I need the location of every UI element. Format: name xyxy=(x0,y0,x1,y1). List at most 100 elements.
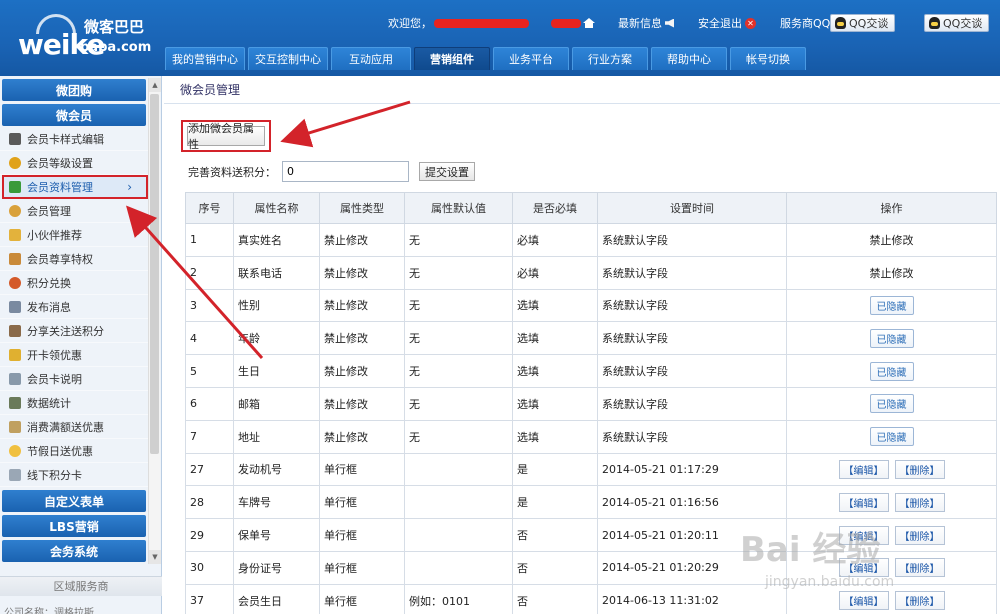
latest-news-link[interactable]: 最新信息 xyxy=(618,15,674,31)
tab-business-platform[interactable]: 业务平台 xyxy=(493,47,569,70)
sidebar-head-lbs[interactable]: LBS营销 xyxy=(2,515,146,537)
sidebar-item-label: 会员等级设置 xyxy=(27,156,93,170)
speaker-icon xyxy=(665,18,674,28)
cell-attr-type: 单行框 xyxy=(319,550,405,585)
add-member-attribute-button[interactable]: 添加微会员属性 xyxy=(187,122,265,151)
sidebar-item-label: 会员管理 xyxy=(27,204,71,218)
table-row: 27 发动机号 单行框是 2014-05-21 01:17:29 【编辑】 【删除】 xyxy=(185,452,997,487)
cell-operation: 禁止修改 xyxy=(786,223,997,257)
sidebar-item-points-exchange[interactable]: 积分兑换 xyxy=(0,271,148,295)
tab-marketing-center[interactable]: 我的营销中心 xyxy=(165,47,245,70)
hidden-toggle-button[interactable]: 已隐藏 xyxy=(869,295,914,315)
logout-link[interactable]: 安全退出 ✕ xyxy=(698,15,756,31)
sidebar-item-recommend[interactable]: 小伙伴推荐 xyxy=(0,223,148,247)
tab-help-center[interactable]: 帮助中心 xyxy=(651,47,727,70)
sidebar-item-open-card[interactable]: 开卡领优惠 xyxy=(0,343,148,367)
delete-button[interactable]: 【删除】 xyxy=(894,492,945,512)
welcome-text: 欢迎您， xyxy=(388,17,432,30)
sidebar-head-custom-form[interactable]: 自定义表单 xyxy=(2,490,146,512)
column-header: 属性类型 xyxy=(319,192,405,224)
cell-attr-default xyxy=(404,550,513,585)
qq-chat-button-2[interactable]: QQ交谈 xyxy=(924,14,990,32)
tab-account-switch[interactable]: 帐号切换 xyxy=(730,47,806,70)
cell-required: 否 xyxy=(512,583,598,614)
delete-button[interactable]: 【删除】 xyxy=(894,525,945,545)
cell-no: 5 xyxy=(185,354,234,388)
column-header: 序号 xyxy=(185,192,234,224)
sidebar-item-holiday-discount[interactable]: 节假日送优惠 xyxy=(0,439,148,463)
sidebar-item-share-points[interactable]: 分享关注送积分 xyxy=(0,319,148,343)
sidebar-scrollbar[interactable]: ▲ ▼ xyxy=(148,78,161,564)
tab-marketing-components[interactable]: 营销组件 xyxy=(414,47,490,70)
cell-required: 选填 xyxy=(512,321,598,356)
highlight-box: 添加微会员属性 xyxy=(181,120,271,152)
sidebar-head-group-buy[interactable]: 微团购 xyxy=(2,79,146,101)
edit-button[interactable]: 【编辑】 xyxy=(838,459,889,479)
tab-interaction-control[interactable]: 交互控制中心 xyxy=(248,47,328,70)
sidebar-item-offline-card[interactable]: 线下积分卡 xyxy=(0,463,148,487)
sidebar-item-consume-discount[interactable]: 消费满额送优惠 xyxy=(0,415,148,439)
delete-button[interactable]: 【删除】 xyxy=(894,459,945,479)
submit-setting-button[interactable]: 提交设置 xyxy=(419,162,475,181)
top-info-bar: 欢迎您， 最新信息 安全退出 ✕ 服务商QQ： xyxy=(388,14,841,32)
sidebar-item-level-setting[interactable]: 会员等级设置 xyxy=(0,151,148,175)
redacted-info xyxy=(551,18,581,28)
home-icon[interactable] xyxy=(583,18,595,28)
cell-attr-default xyxy=(404,485,513,520)
card-style-icon xyxy=(9,132,21,145)
cell-no: 3 xyxy=(185,288,234,323)
cell-no: 1 xyxy=(185,223,234,257)
qq-penguin-icon xyxy=(929,17,940,29)
edit-button[interactable]: 【编辑】 xyxy=(838,492,889,512)
sidebar-menu: 微团购 微会员 会员卡样式编辑 会员等级设置 会员资料管理 › 会员管理 小伙伴… xyxy=(0,76,148,566)
hidden-toggle-button[interactable]: 已隐藏 xyxy=(869,394,914,414)
scroll-down-icon[interactable]: ▼ xyxy=(149,550,161,564)
sidebar-item-privilege[interactable]: 会员尊享特权 xyxy=(0,247,148,271)
hidden-toggle-button[interactable]: 已隐藏 xyxy=(869,427,914,447)
sidebar-item-member-management[interactable]: 会员管理 xyxy=(0,199,148,223)
cell-attr-default: 无 xyxy=(404,321,513,356)
sidebar-item-statistics[interactable]: 数据统计 xyxy=(0,391,148,415)
qq-chat-button-1[interactable]: QQ交谈 xyxy=(830,14,896,32)
sidebar-item-publish-message[interactable]: 发布消息 xyxy=(0,295,148,319)
sidebar-item-label: 积分兑换 xyxy=(27,276,71,290)
cell-attr-default: 无 xyxy=(404,386,513,421)
hidden-toggle-button[interactable]: 已隐藏 xyxy=(869,328,914,348)
user-icon xyxy=(9,204,21,217)
column-header: 设置时间 xyxy=(597,192,787,224)
delete-button[interactable]: 【删除】 xyxy=(894,591,945,611)
column-header: 操作 xyxy=(786,192,997,224)
tab-interactive-apps[interactable]: 互动应用 xyxy=(331,47,411,70)
cell-set-time: 系统默认字段 xyxy=(597,386,787,421)
edit-button[interactable]: 【编辑】 xyxy=(838,591,889,611)
logout-label: 安全退出 xyxy=(698,17,742,30)
cell-no: 37 xyxy=(185,583,234,614)
baidu-watermark-url: jingyan.baidu.com xyxy=(765,574,895,590)
main-nav: 我的营销中心 交互控制中心 互动应用 营销组件 业务平台 行业方案 帮助中心 帐… xyxy=(165,47,809,70)
sidebar-head-conference[interactable]: 会务系统 xyxy=(2,540,146,562)
sidebar-item-profile-management[interactable]: 会员资料管理 › xyxy=(2,175,148,199)
cell-no: 6 xyxy=(185,386,234,421)
cell-set-time: 系统默认字段 xyxy=(597,223,787,257)
points-input[interactable] xyxy=(282,161,409,182)
consume-icon xyxy=(9,420,21,433)
scroll-thumb[interactable] xyxy=(150,94,159,454)
sidebar-item-card-style[interactable]: 会员卡样式编辑 xyxy=(0,127,148,151)
locked-label: 禁止修改 xyxy=(869,233,914,247)
cell-attr-type: 单行框 xyxy=(319,452,405,487)
sidebar-item-card-description[interactable]: 会员卡说明 xyxy=(0,367,148,391)
scroll-up-icon[interactable]: ▲ xyxy=(149,78,161,92)
hidden-toggle-button[interactable]: 已隐藏 xyxy=(869,361,914,381)
cell-no: 29 xyxy=(185,518,234,552)
table-row: 1 真实姓名 禁止修改无必填 系统默认字段 禁止修改 xyxy=(185,223,997,257)
cell-set-time: 2014-06-13 11:31:02 xyxy=(597,583,787,614)
exchange-icon xyxy=(9,276,21,289)
tab-industry-solutions[interactable]: 行业方案 xyxy=(572,47,648,70)
delete-button[interactable]: 【删除】 xyxy=(894,558,945,578)
cell-attr-name: 邮箱 xyxy=(233,386,320,421)
cell-attr-default: 无 xyxy=(404,223,513,257)
cell-attr-name: 生日 xyxy=(233,354,320,388)
sidebar-head-member[interactable]: 微会员 xyxy=(2,104,146,126)
cell-set-time: 系统默认字段 xyxy=(597,354,787,388)
site-logo[interactable]: 微客巴巴 weike baba.com xyxy=(18,14,158,61)
